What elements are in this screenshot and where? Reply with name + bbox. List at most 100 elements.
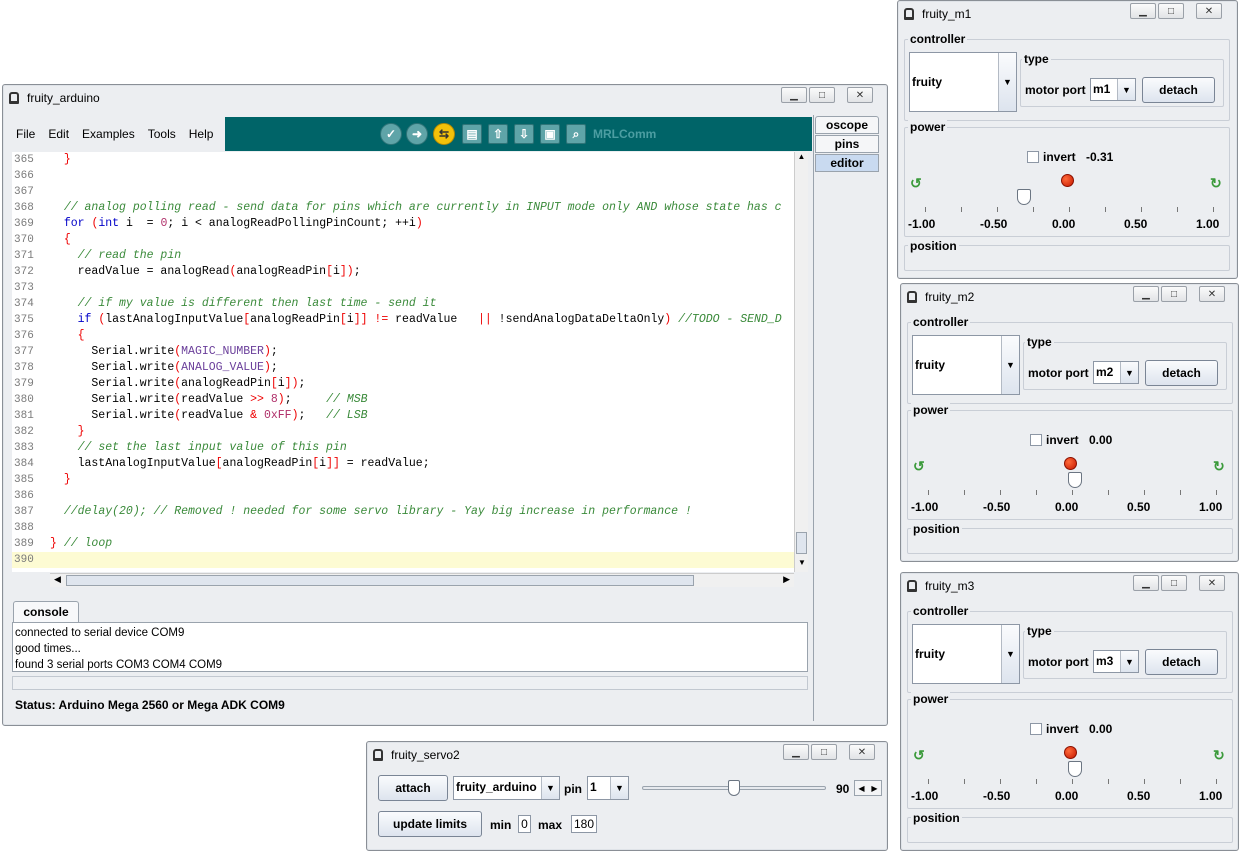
- code-line: 380 Serial.write(readValue >> 8); // MSB: [12, 392, 794, 408]
- motor-window: fruity_m3 ▁ □ ✕ controller fruity ▼ type …: [900, 572, 1239, 851]
- servo-slider[interactable]: [642, 779, 826, 797]
- menu-edit[interactable]: Edit: [48, 127, 69, 141]
- tab-pins[interactable]: pins: [815, 135, 879, 153]
- motor-window: fruity_m2 ▁ □ ✕ controller fruity ▼ type …: [900, 283, 1239, 562]
- scroll-thumb[interactable]: [796, 532, 807, 554]
- tab-oscope[interactable]: oscope: [815, 116, 879, 134]
- invert-checkbox[interactable]: [1027, 151, 1039, 163]
- scroll-left-icon[interactable]: ◀: [54, 574, 61, 585]
- slider-tick: [1036, 490, 1037, 495]
- stop-icon[interactable]: [1064, 457, 1077, 470]
- save-icon[interactable]: ⇩: [514, 124, 534, 144]
- min-field[interactable]: 0: [518, 815, 531, 833]
- maximize-button[interactable]: □: [811, 744, 837, 760]
- close-button[interactable]: ✕: [1199, 575, 1225, 591]
- maximize-button[interactable]: □: [809, 87, 835, 103]
- code-editor[interactable]: 365 } 366 367 368 // analog polling read - …: [12, 152, 794, 572]
- maximize-button[interactable]: □: [1161, 575, 1187, 591]
- fullscreen-icon[interactable]: ▣: [540, 124, 560, 144]
- servo-spinner[interactable]: ◀ ▶: [854, 780, 882, 796]
- slider-knob[interactable]: [1068, 761, 1082, 777]
- connect-icon[interactable]: ⇆: [433, 123, 455, 145]
- minimize-button[interactable]: ▁: [1130, 3, 1156, 19]
- power-label: power: [908, 120, 948, 134]
- code-text: Serial.write(ANALOG_VALUE);: [50, 361, 278, 374]
- serial-monitor-icon[interactable]: ⌕: [566, 124, 586, 144]
- controller-select[interactable]: fruity ▼: [912, 335, 1020, 395]
- stop-icon[interactable]: [1064, 746, 1077, 759]
- pin-label: pin: [564, 782, 582, 796]
- close-button[interactable]: ✕: [847, 87, 873, 103]
- code-text: //delay(20); // Removed ! needed for som…: [63, 505, 692, 518]
- close-button[interactable]: ✕: [1196, 3, 1222, 19]
- motor-port-select[interactable]: m3 ▼: [1093, 650, 1139, 673]
- maximize-button[interactable]: □: [1161, 286, 1187, 302]
- invert-checkbox[interactable]: [1030, 723, 1042, 735]
- close-button[interactable]: ✕: [1199, 286, 1225, 302]
- motor-titlebar: fruity_m1 ▁ □ ✕: [898, 1, 1237, 27]
- minimize-button[interactable]: ▁: [781, 87, 807, 103]
- console-line: connected to serial device COM9: [15, 627, 185, 639]
- slider-tick: [1105, 207, 1106, 212]
- type-label: type: [1022, 52, 1051, 66]
- controller-select[interactable]: fruity ▼: [912, 624, 1020, 684]
- line-number: 370: [14, 234, 34, 246]
- menu-tools[interactable]: Tools: [148, 127, 176, 141]
- max-field[interactable]: 180: [571, 815, 597, 833]
- scale-label: 0.00: [1052, 217, 1076, 231]
- arrow-left-icon[interactable]: ◀: [858, 784, 864, 793]
- controller-select[interactable]: fruity ▼: [909, 52, 1017, 112]
- servo-value: 90: [836, 782, 850, 796]
- motor-port-select[interactable]: m1 ▼: [1090, 78, 1136, 101]
- editor-vscroll[interactable]: ▲ ▼: [794, 152, 808, 572]
- code-line: 373: [12, 280, 794, 296]
- line-number: 389: [14, 538, 34, 550]
- arrow-right-icon[interactable]: ▶: [871, 784, 877, 793]
- pin-select[interactable]: 1 ▼: [587, 776, 629, 800]
- detach-button[interactable]: detach: [1145, 649, 1218, 675]
- editor-hscroll[interactable]: ◀ ▶: [50, 573, 794, 587]
- code-line: 387 //delay(20); // Removed ! needed for…: [12, 504, 794, 520]
- close-button[interactable]: ✕: [849, 744, 875, 760]
- minimize-button[interactable]: ▁: [1133, 575, 1159, 591]
- motor-port-select[interactable]: m2 ▼: [1093, 361, 1139, 384]
- power-slider[interactable]: [898, 187, 1236, 207]
- detach-button[interactable]: detach: [1145, 360, 1218, 386]
- code-text: if (lastAnalogInputValue[analogReadPin[i…: [77, 313, 782, 326]
- slider-tick: [1072, 779, 1073, 784]
- menu-file[interactable]: File: [16, 127, 35, 141]
- detach-button[interactable]: detach: [1142, 77, 1215, 103]
- maximize-button[interactable]: □: [1158, 3, 1184, 19]
- menu-bar: File Edit Examples Tools Help: [12, 117, 225, 151]
- open-icon[interactable]: ⇧: [488, 124, 508, 144]
- scale-label: -0.50: [983, 500, 1011, 514]
- tab-editor[interactable]: editor: [815, 154, 879, 172]
- scroll-right-icon[interactable]: ▶: [783, 574, 790, 585]
- attach-button[interactable]: attach: [378, 775, 448, 801]
- arduino-titlebar: fruity_arduino ▁ □ ✕: [3, 85, 887, 111]
- minimize-button[interactable]: ▁: [1133, 286, 1159, 302]
- minimize-button[interactable]: ▁: [783, 744, 809, 760]
- slider-tick: [1216, 779, 1217, 784]
- slider-knob[interactable]: [1016, 189, 1031, 205]
- console-tab[interactable]: console: [13, 601, 79, 622]
- new-file-icon[interactable]: ▤: [462, 124, 482, 144]
- code-line: 374 // if my value is different then las…: [12, 296, 794, 312]
- upload-icon[interactable]: ➜: [406, 123, 428, 145]
- menu-help[interactable]: Help: [189, 127, 214, 141]
- update-limits-button[interactable]: update limits: [378, 811, 482, 837]
- invert-checkbox[interactable]: [1030, 434, 1042, 446]
- stop-icon[interactable]: [1061, 174, 1074, 187]
- slider-knob[interactable]: [728, 780, 740, 796]
- chevron-down-icon: ▼: [1001, 625, 1019, 683]
- verify-icon[interactable]: ✓: [380, 123, 402, 145]
- slider-knob[interactable]: [1068, 472, 1082, 488]
- hscroll-thumb[interactable]: [66, 575, 694, 586]
- scale-label: -1.00: [911, 789, 939, 803]
- menu-examples[interactable]: Examples: [82, 127, 135, 141]
- scroll-up-icon[interactable]: ▲: [795, 152, 808, 166]
- scroll-down-icon[interactable]: ▼: [795, 558, 809, 572]
- line-number: 384: [14, 458, 34, 470]
- console-input[interactable]: [12, 676, 808, 690]
- servo-controller-select[interactable]: fruity_arduino ▼: [453, 776, 560, 800]
